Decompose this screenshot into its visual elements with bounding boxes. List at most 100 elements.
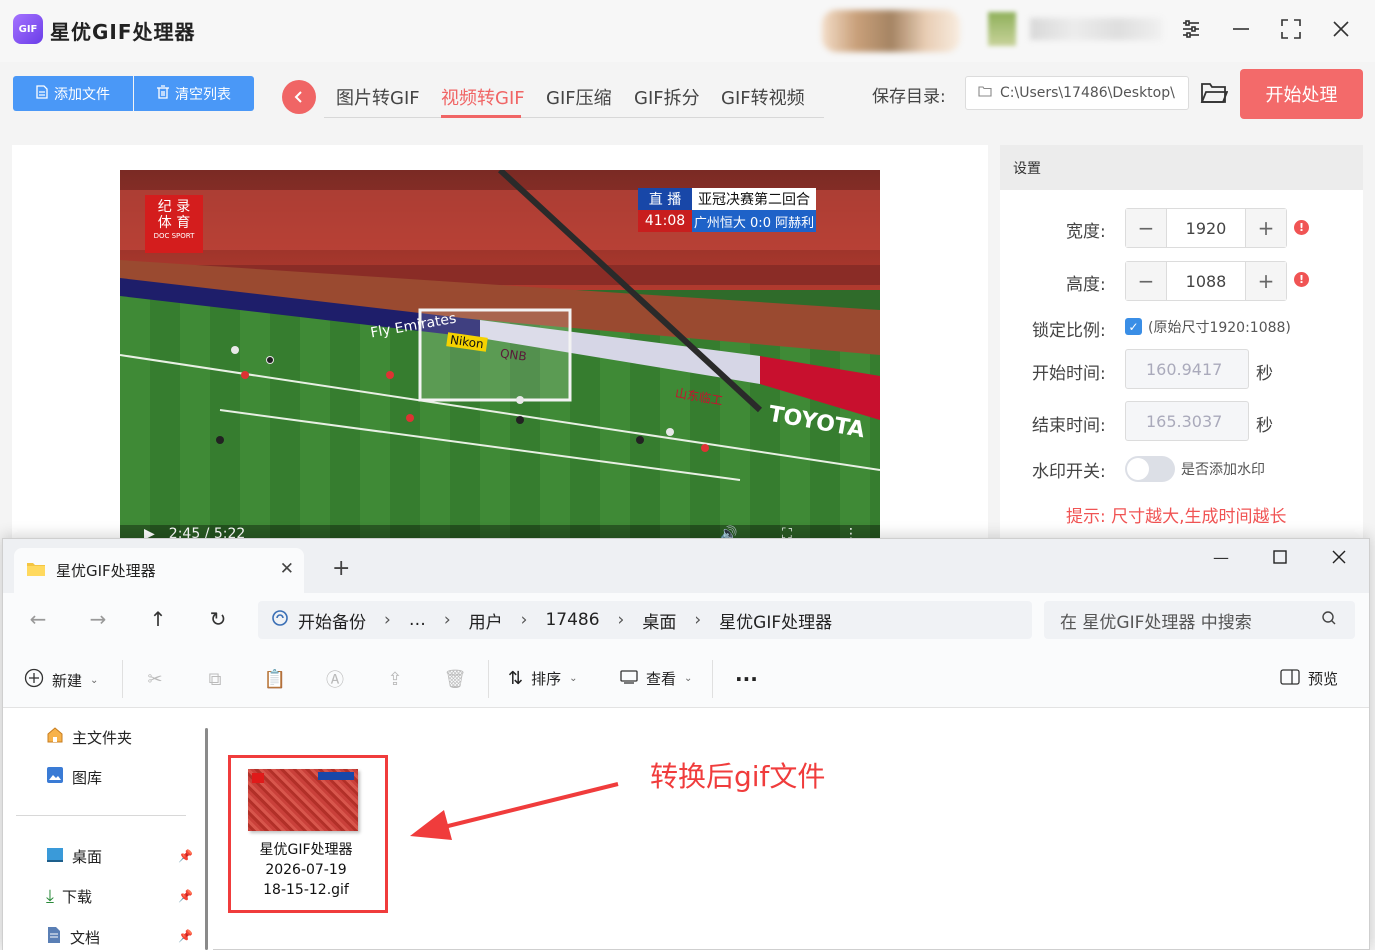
explorer-minimize-icon[interactable]: — <box>1208 544 1234 570</box>
explorer-close-icon[interactable] <box>1326 544 1352 570</box>
toggle-knob <box>1127 458 1149 480</box>
search-input[interactable]: 在 星优GIF处理器 中搜索 <box>1044 601 1355 639</box>
chevron-down-icon: ⌄ <box>684 673 693 684</box>
up-arrow-icon[interactable]: ↑ <box>146 607 170 631</box>
breadcrumb-user-id[interactable]: 17486 <box>545 610 599 630</box>
start-time-unit: 秒 <box>1256 364 1273 384</box>
height-stepper[interactable]: − 1088 + <box>1125 261 1287 301</box>
file-icon <box>36 84 48 103</box>
divider <box>488 660 489 698</box>
gallery-icon <box>46 766 64 788</box>
tab-video-to-gif[interactable]: 视频转GIF <box>441 84 525 110</box>
save-dir-input[interactable]: C:\Users\17486\Desktop\ <box>965 76 1189 110</box>
divider <box>122 660 123 698</box>
height-increment-button[interactable]: + <box>1246 262 1286 300</box>
add-file-button[interactable]: 添加文件 <box>13 76 133 111</box>
nav-item-downloads[interactable]: ⤓ 下载 <box>46 886 92 907</box>
breadcrumb-users[interactable]: 用户 <box>469 608 503 633</box>
breadcrumb-backup[interactable]: 开始备份 <box>298 608 366 633</box>
match-title: 亚冠决赛第二回合 <box>692 188 816 210</box>
blurred-user-name <box>1030 18 1162 40</box>
delete-icon[interactable]: 🗑 <box>444 668 467 690</box>
gif-file-thumbnail[interactable] <box>248 769 358 831</box>
live-label: 直 播 <box>638 188 692 210</box>
end-time-unit: 秒 <box>1256 416 1273 436</box>
save-dir-path: C:\Users\17486\Desktop\ <box>1000 85 1175 101</box>
pin-icon[interactable]: 📌 <box>178 929 193 943</box>
new-tab-icon[interactable]: + <box>332 556 350 581</box>
lock-ratio-note: (原始尺寸1920:1088) <box>1148 320 1291 336</box>
breadcrumb-chevron-icon: › <box>384 610 391 630</box>
breadcrumb-current-folder[interactable]: 星优GIF处理器 <box>719 608 832 633</box>
rename-icon[interactable]: Ⓐ <box>324 668 346 691</box>
gif-file-name[interactable]: 星优GIF处理器 2026-07-19 18-15-12.gif <box>236 840 376 900</box>
breadcrumb-desktop[interactable]: 桌面 <box>642 608 676 633</box>
paste-icon[interactable]: 📋 <box>264 668 286 690</box>
nav-item-documents-label: 文档 <box>70 928 101 947</box>
clear-list-button[interactable]: 清空列表 <box>134 76 254 111</box>
plus-circle-icon <box>24 668 44 692</box>
width-increment-button[interactable]: + <box>1246 209 1286 247</box>
breadcrumb-ellipsis[interactable]: … <box>409 610 426 630</box>
save-dir-label: 保存目录: <box>872 87 946 107</box>
tab-close-icon[interactable]: ✕ <box>280 559 294 579</box>
height-value[interactable]: 1088 <box>1166 262 1246 300</box>
search-icon <box>1321 610 1337 631</box>
watermark-toggle[interactable] <box>1125 456 1175 482</box>
new-button[interactable]: 新建 ⌄ <box>24 668 98 692</box>
lock-ratio-checkbox[interactable]: ✓ <box>1125 318 1142 335</box>
nav-item-gallery[interactable]: 图库 <box>46 766 102 788</box>
pin-icon[interactable]: 📌 <box>178 889 193 903</box>
width-value[interactable]: 1920 <box>1166 209 1246 247</box>
tab-gif-compress[interactable]: GIF压缩 <box>546 84 612 110</box>
refresh-icon[interactable]: ↻ <box>206 607 230 631</box>
nav-item-desktop[interactable]: 桌面 <box>46 846 102 867</box>
blurred-user-icon <box>988 12 1016 46</box>
start-time-input[interactable]: 160.9417 <box>1125 349 1249 389</box>
end-time-input[interactable]: 165.3037 <box>1125 401 1249 441</box>
close-icon[interactable] <box>1328 16 1354 42</box>
preview-pane-button[interactable]: 预览 <box>1280 668 1338 689</box>
open-folder-icon[interactable] <box>1200 80 1229 108</box>
app-titlebar <box>0 0 1375 62</box>
new-label: 新建 <box>52 671 83 690</box>
width-stepper[interactable]: − 1920 + <box>1125 208 1287 248</box>
height-decrement-button[interactable]: − <box>1126 262 1166 300</box>
settings-header: 设置 <box>1000 145 1363 190</box>
back-chevron-button[interactable] <box>282 80 316 114</box>
nav-item-home[interactable]: 主文件夹 <box>46 726 132 748</box>
explorer-maximize-icon[interactable] <box>1267 544 1293 570</box>
video-preview[interactable]: 纪 录 体 育 DOC SPORT 直 播 亚冠决赛第二回合 41:08 广州恒… <box>120 170 880 545</box>
sort-button[interactable]: ⇅ 排序 ⌄ <box>508 668 578 689</box>
minimize-icon[interactable] <box>1228 16 1254 42</box>
explorer-tab-title: 星优GIF处理器 <box>56 562 156 580</box>
nav-item-home-label: 主文件夹 <box>72 728 133 747</box>
annotation-text: 转换后gif文件 <box>650 760 826 793</box>
settings-sliders-icon[interactable] <box>1178 16 1204 42</box>
app-logo: GIF <box>13 14 43 44</box>
height-warning-icon: ! <box>1294 272 1309 287</box>
nav-scrollbar[interactable] <box>205 728 208 950</box>
back-arrow-icon[interactable]: ← <box>26 607 50 631</box>
cut-icon[interactable]: ✂ <box>144 668 166 690</box>
width-decrement-button[interactable]: − <box>1126 209 1166 247</box>
chevron-down-icon: ⌄ <box>90 674 99 686</box>
nav-item-documents[interactable]: 文档 <box>46 926 100 948</box>
share-icon[interactable]: ⇪ <box>384 668 406 690</box>
breadcrumb-chevron-icon: › <box>617 610 625 630</box>
copy-icon[interactable]: ⧉ <box>204 668 226 690</box>
tab-gif-to-video[interactable]: GIF转视频 <box>721 84 805 110</box>
forward-arrow-icon[interactable]: → <box>86 607 110 631</box>
more-options-button[interactable]: ... <box>735 662 758 686</box>
fullscreen-icon[interactable] <box>1278 16 1304 42</box>
score-overlay: 直 播 亚冠决赛第二回合 41:08 广州恒大 0:0 阿赫利 <box>638 188 816 232</box>
view-button[interactable]: 查看 ⌄ <box>620 668 692 689</box>
settings-panel <box>1000 145 1363 545</box>
pin-icon[interactable]: 📌 <box>178 849 193 863</box>
explorer-tab[interactable]: 星优GIF处理器 ✕ <box>14 548 304 593</box>
start-processing-button[interactable]: 开始处理 <box>1240 69 1363 119</box>
tab-gif-split[interactable]: GIF拆分 <box>634 84 700 110</box>
channel-logo-line2: 体 育 <box>157 215 191 231</box>
address-bar[interactable]: 开始备份 › … › 用户 › 17486 › 桌面 › 星优GIF处理器 <box>258 601 1032 639</box>
tab-image-to-gif[interactable]: 图片转GIF <box>336 84 420 110</box>
